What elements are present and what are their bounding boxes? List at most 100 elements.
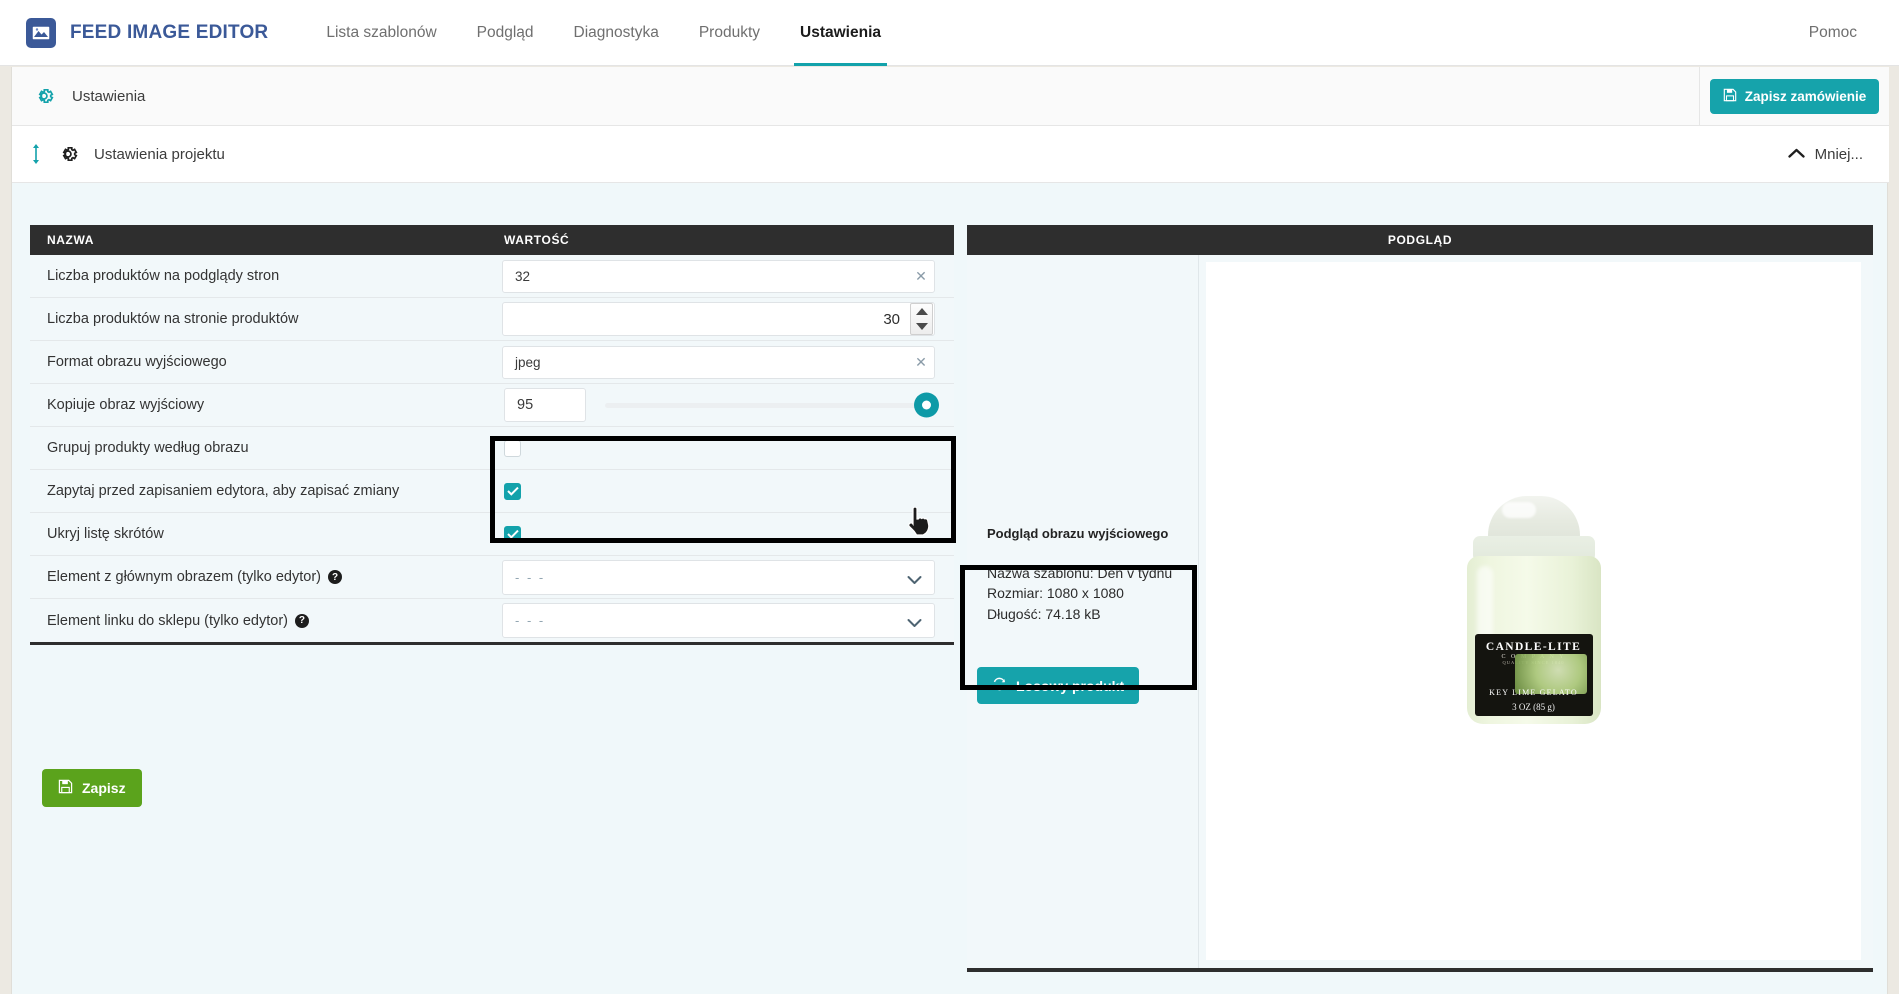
save-order-container: Zapisz zamówienie — [1699, 67, 1889, 126]
collapse-toggle[interactable]: Mniej... — [1787, 145, 1863, 163]
gear-icon — [56, 142, 80, 166]
slider-thumb[interactable] — [914, 392, 939, 418]
image-quality-slider[interactable] — [605, 388, 939, 422]
main-image-element-select[interactable]: - - - — [502, 559, 935, 595]
section-title: Ustawienia — [72, 87, 146, 105]
info-length: Długość: 74.18 kB — [987, 605, 1101, 622]
collapse-label: Mniej... — [1814, 145, 1863, 163]
random-product-label: Losowy produkt — [1016, 677, 1125, 694]
preview-panel: PODGLĄD Podgląd obrazu wyjściowego Nazwa… — [967, 225, 1873, 972]
product-size: 3 OZ (85 g) — [1512, 702, 1555, 712]
image-picture-icon — [26, 17, 56, 48]
nav-links: Lista szablonów Podgląd Diagnostyka Prod… — [306, 0, 901, 66]
setting-label: Element z głównym obrazem (tylko edytor) — [47, 569, 321, 585]
setting-label: Liczba produktów na podglądy stron — [47, 268, 280, 284]
group-products-checkbox[interactable] — [504, 439, 521, 457]
setting-label: Kopiuje obraz wyjściowy — [47, 397, 205, 413]
nav-link-pomoc[interactable]: Pomoc — [1809, 0, 1857, 66]
image-quality-value-input[interactable]: 95 — [504, 388, 586, 422]
table-row: Liczba produktów na stronie produktów 30 — [30, 298, 954, 341]
refresh-icon — [992, 677, 1007, 694]
spinner-up[interactable] — [915, 308, 928, 315]
table-row: Kopiuje obraz wyjściowy 95 — [30, 384, 954, 427]
preview-image-area: CANDLE-LITE C O M P A N Y QUALITY SINCE … — [1199, 255, 1873, 968]
spinner-down[interactable] — [915, 323, 928, 330]
input-value: jpeg — [515, 354, 541, 370]
input-value: 32 — [515, 268, 531, 284]
check-icon — [506, 529, 519, 539]
info-size: Rozmiar: 1080 x 1080 — [987, 585, 1124, 602]
table-row: Element linku do sklepu (tylko edytor) ?… — [30, 599, 954, 642]
settings-table: NAZWA WARTOŚĆ Liczba produktów na podglą… — [30, 225, 954, 645]
chevron-down-icon — [907, 615, 922, 633]
info-template-name: Nazwa szablonu: Den v týdnu — [987, 565, 1173, 581]
floppy-disk-icon — [1723, 88, 1737, 105]
table-row: Grupuj produkty według obrazu — [30, 427, 954, 470]
chevron-up-icon — [1787, 146, 1805, 163]
setting-label: Liczba produktów na stronie produktów — [47, 311, 299, 327]
gear-icon — [32, 84, 56, 108]
nav-link-ustawienia[interactable]: Ustawienia — [780, 0, 901, 66]
jar-label: CANDLE-LITE C O M P A N Y QUALITY SINCE … — [1474, 634, 1593, 716]
setting-label: Ukryj listę skrótów — [47, 526, 164, 542]
products-per-page-preview-input[interactable]: 32 ✕ — [502, 259, 935, 293]
up-down-arrows-icon[interactable] — [910, 303, 933, 335]
product-image: CANDLE-LITE C O M P A N Y QUALITY SINCE … — [1454, 496, 1614, 726]
table-row: Element z głównym obrazem (tylko edytor)… — [30, 556, 954, 599]
select-value: - - - — [515, 569, 546, 585]
brand-name: FEED IMAGE EDITOR — [70, 21, 269, 43]
setting-label: Grupuj produkty według obrazu — [47, 440, 249, 456]
mouse-cursor-pointer — [907, 506, 931, 542]
slider-track — [605, 402, 935, 408]
chevron-down-icon — [907, 572, 922, 590]
table-row: Ukryj listę skrótów — [30, 513, 954, 556]
products-per-page-input[interactable]: 30 — [502, 302, 935, 336]
nav-link-produkty[interactable]: Produkty — [679, 0, 780, 66]
close-x-icon[interactable]: ✕ — [908, 354, 934, 371]
project-settings-title: Ustawienia projektu — [94, 145, 225, 163]
ask-before-save-checkbox[interactable] — [504, 482, 521, 500]
save-order-button[interactable]: Zapisz zamówienie — [1709, 79, 1880, 114]
project-settings-bar: Ustawienia projektu Mniej... — [12, 126, 1889, 183]
table-row: Liczba produktów na podglądy stron 32 ✕ — [30, 255, 954, 298]
output-image-info-lines: Nazwa szablonu: Den v týdnu Rozmiar: 108… — [987, 563, 1184, 624]
nav-link-diagnostyka[interactable]: Diagnostyka — [554, 0, 679, 66]
settings-section-header: Ustawienia Zapisz zamówienie — [12, 67, 1889, 126]
column-header-value: WARTOŚĆ — [504, 233, 570, 247]
top-navbar: FEED IMAGE EDITOR Lista szablonów Podglą… — [0, 0, 1899, 66]
table-row: Zapytaj przed zapisaniem edytora, aby za… — [30, 470, 954, 513]
product-brand: CANDLE-LITE — [1485, 641, 1582, 653]
random-product-button[interactable]: Losowy produkt — [977, 667, 1140, 704]
settings-table-header: NAZWA WARTOŚĆ — [30, 225, 954, 255]
input-value: 95 — [517, 397, 534, 413]
question-mark-icon[interactable]: ? — [328, 570, 342, 584]
output-image-format-input[interactable]: jpeg ✕ — [502, 345, 935, 379]
output-image-info-card: Podgląd obrazu wyjściowego Nazwa szablon… — [973, 510, 1198, 644]
close-x-icon[interactable]: ✕ — [908, 268, 934, 285]
select-value: - - - — [515, 613, 546, 628]
nav-link-podglad[interactable]: Podgląd — [457, 0, 554, 66]
page-canvas: Ustawienia Zapisz zamówienie Ustawienia … — [11, 67, 1889, 994]
shop-link-element-select[interactable]: - - - — [502, 603, 935, 638]
table-row: Format obrazu wyjściowego jpeg ✕ — [30, 341, 954, 384]
check-icon — [506, 486, 519, 496]
preview-body: Podgląd obrazu wyjściowego Nazwa szablon… — [967, 255, 1873, 968]
preview-canvas[interactable]: CANDLE-LITE C O M P A N Y QUALITY SINCE … — [1206, 262, 1861, 960]
nav-link-lista-szablonow[interactable]: Lista szablonów — [306, 0, 456, 66]
setting-label: Element linku do sklepu (tylko edytor) — [47, 612, 288, 629]
product-scent: KEY LIME GELATO — [1489, 688, 1578, 697]
brand[interactable]: FEED IMAGE EDITOR — [26, 17, 269, 48]
preview-header: PODGLĄD — [967, 225, 1873, 255]
question-mark-icon[interactable]: ? — [294, 613, 309, 628]
vertical-drag-icon[interactable] — [30, 143, 42, 165]
save-label: Zapisz — [82, 780, 126, 796]
hide-shortcuts-checkbox[interactable] — [504, 525, 521, 543]
setting-label: Zapytaj przed zapisaniem edytora, aby za… — [47, 483, 400, 499]
floppy-disk-icon — [58, 779, 73, 797]
setting-label: Format obrazu wyjściowego — [47, 354, 227, 370]
save-button[interactable]: Zapisz — [42, 769, 142, 807]
jar-body: CANDLE-LITE C O M P A N Y QUALITY SINCE … — [1466, 556, 1601, 724]
output-image-info-title: Podgląd obrazu wyjściowego — [987, 526, 1169, 541]
column-header-name: NAZWA — [47, 233, 94, 247]
save-order-label: Zapisz zamówienie — [1744, 89, 1867, 104]
